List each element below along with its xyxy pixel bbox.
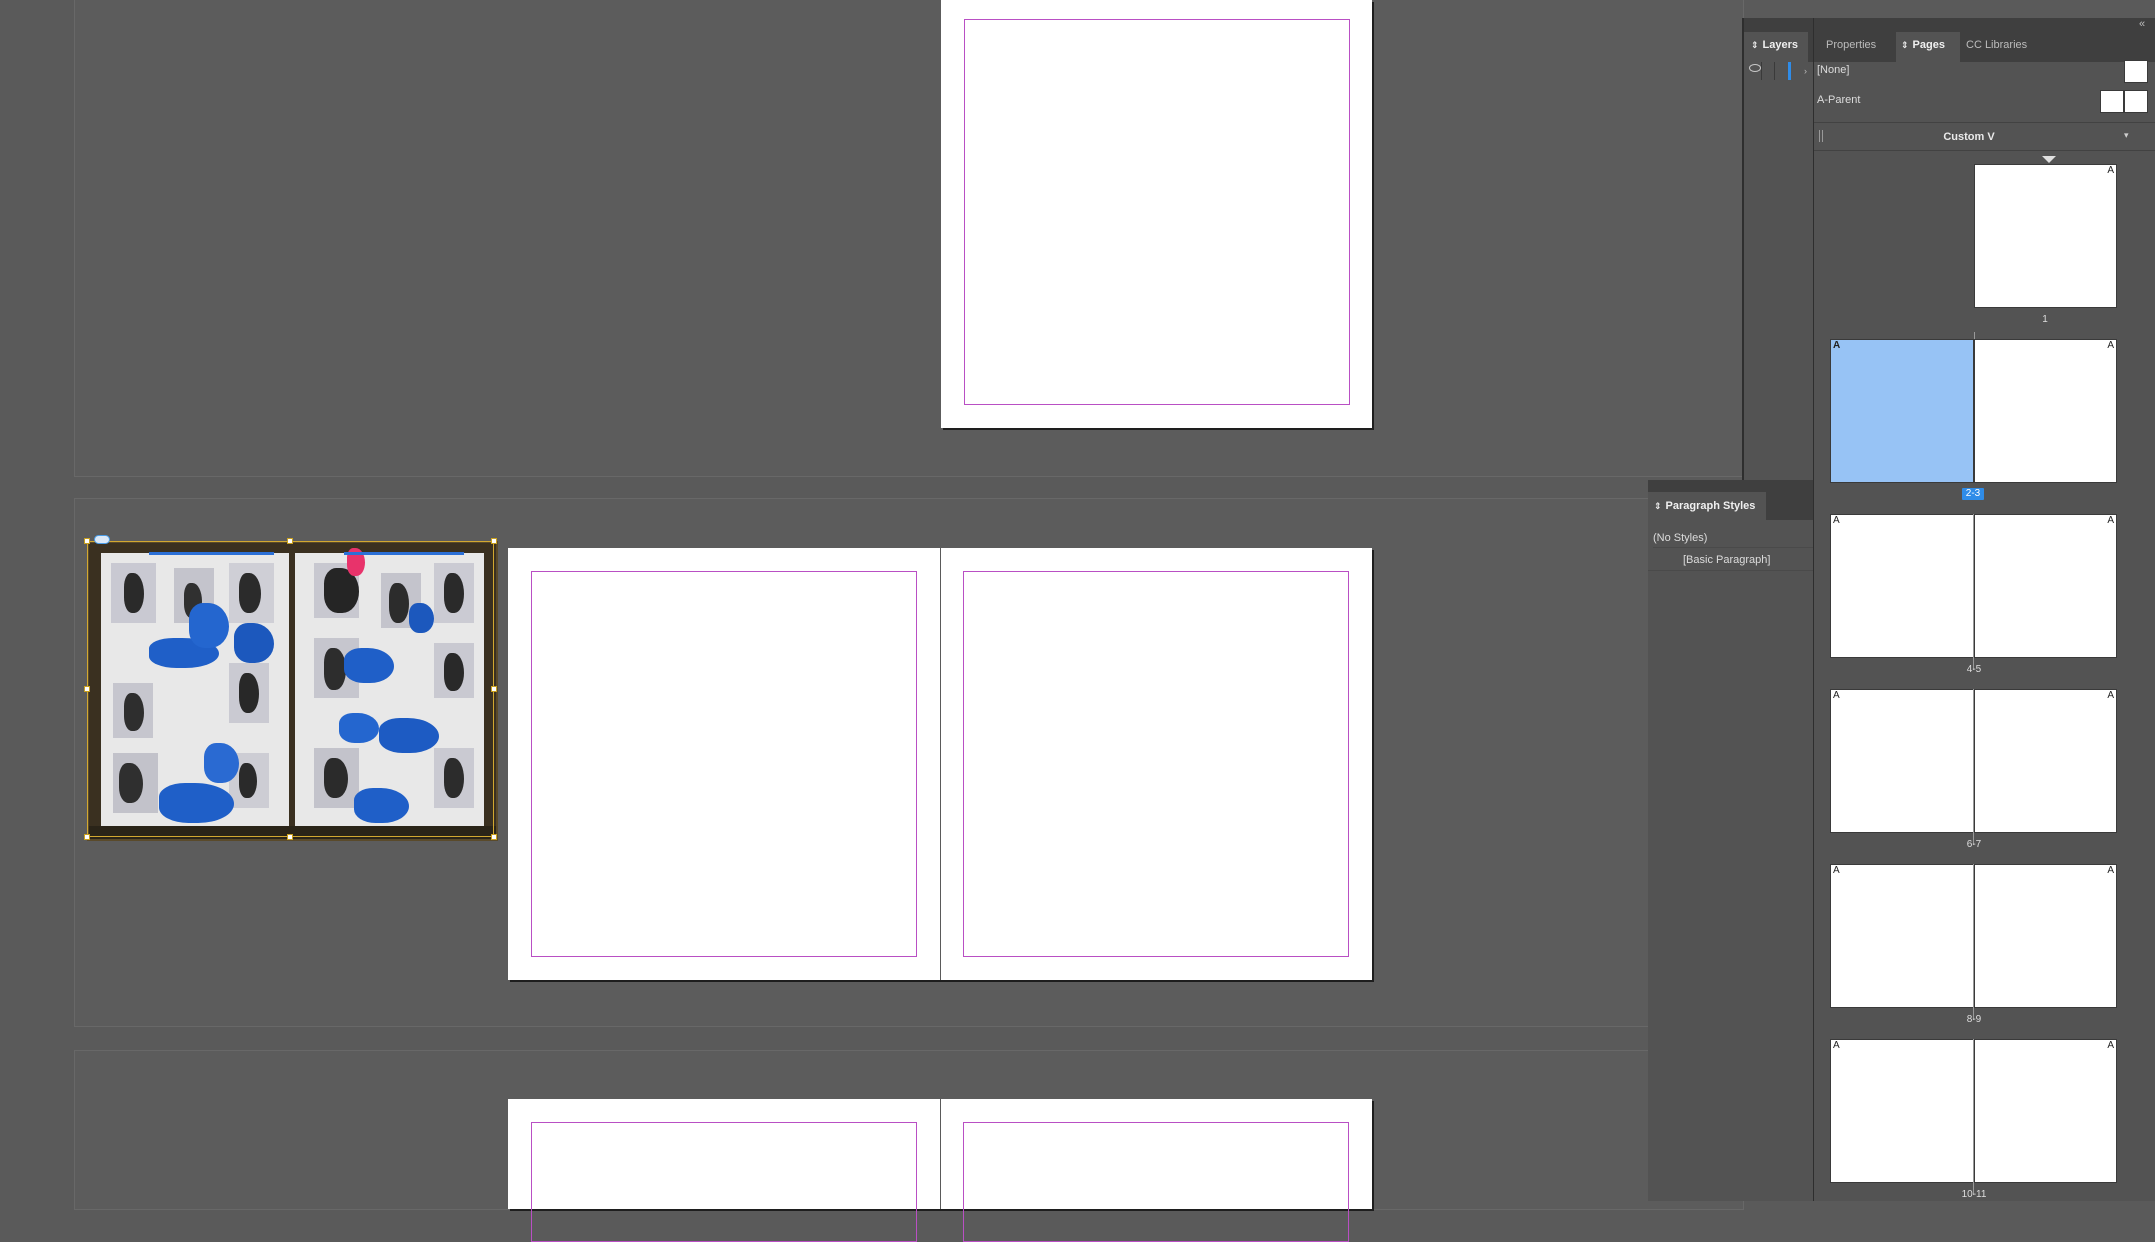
margin-guide [963,571,1349,957]
resize-handle[interactable] [491,834,497,840]
dropdown-arrow-icon[interactable]: ▾ [2124,130,2129,141]
page-thumb-4[interactable]: A [1830,514,1974,658]
pages-panel: Properties ⇕ Pages CC Libraries « › [None… [1804,18,2155,1201]
page-label-8-9[interactable]: 8-9 [1934,1014,2014,1026]
expand-collapse-icon: ⇕ [1901,40,1909,50]
tab-pages[interactable]: ⇕ Pages [1901,39,1945,51]
chevron-right-icon[interactable]: › [1804,66,1807,76]
margin-guide [964,19,1350,405]
margin-guide [963,1122,1349,1242]
page-4[interactable] [508,1099,940,1242]
pasteboard-spread-1[interactable] [74,0,1744,477]
resize-handle[interactable] [491,538,497,544]
page-label-1[interactable]: 1 [2005,314,2085,326]
page-thumb-5[interactable]: A [1974,514,2117,658]
spread-spine [940,1099,941,1209]
resize-handle[interactable] [84,834,90,840]
insertion-marker-icon [2042,156,2056,163]
resize-handle[interactable] [84,686,90,692]
selection-frame[interactable] [87,541,494,837]
parent-a-thumb-left[interactable] [2100,90,2124,113]
eye-icon[interactable] [1749,64,1761,72]
page-label-10-11[interactable]: 10-11 [1934,1189,2014,1201]
page-thumb-9[interactable]: A [1974,864,2117,1008]
page-thumb-10[interactable]: A [1830,1039,1974,1183]
parent-none-thumb[interactable] [2124,60,2148,83]
parent-a[interactable]: A-Parent [1817,94,1860,106]
tab-layers[interactable]: ⇕ Layers [1751,39,1798,51]
page-thumb-11[interactable]: A [1974,1039,2117,1183]
paragraph-style-basic[interactable]: [Basic Paragraph] [1648,549,1813,571]
link-icon[interactable] [94,535,110,544]
page-thumb-7[interactable]: A [1974,689,2117,833]
margin-guide [531,571,917,957]
parent-none[interactable]: [None] [1817,64,1849,76]
layers-panel: ⇕ Layers [1744,18,1814,480]
page-3[interactable] [940,548,1372,980]
resize-handle[interactable] [287,538,293,544]
pages-view-dropdown[interactable]: Custom V [1854,128,2084,146]
resize-handle[interactable] [287,834,293,840]
tab-properties[interactable]: Properties [1826,39,1876,51]
paragraph-styles-panel: ⇕ Paragraph Styles (No Styles) [Basic Par… [1648,480,1813,1201]
parent-a-thumb-right[interactable] [2124,90,2148,113]
page-5[interactable] [940,1099,1372,1242]
page-label-2-3[interactable]: 2-3 [1962,488,1984,500]
tab-paragraph-styles[interactable]: ⇕ Paragraph Styles [1654,500,1755,512]
expand-collapse-icon: ⇕ [1751,40,1759,50]
margin-guide [531,1122,917,1242]
page-thumb-2[interactable]: A [1830,339,1974,483]
collapse-panel-icon[interactable]: « [2139,18,2145,30]
expand-collapse-icon: ⇕ [1654,501,1662,511]
paragraph-style-no-styles[interactable]: (No Styles) [1653,528,1813,548]
resize-handle[interactable] [491,686,497,692]
page-label-4-5[interactable]: 4-5 [1934,664,2014,676]
resize-handle[interactable] [84,538,90,544]
page-thumb-6[interactable]: A [1830,689,1974,833]
page-thumb-1[interactable]: A [1974,164,2117,308]
page-label-6-7[interactable]: 6-7 [1934,839,2014,851]
page-1[interactable] [941,0,1372,428]
spread-spine [940,548,941,980]
tab-cc-libraries[interactable]: CC Libraries [1966,39,2027,51]
page-2[interactable] [508,548,940,980]
page-thumb-3[interactable]: A [1974,339,2117,483]
page-thumb-8[interactable]: A [1830,864,1974,1008]
